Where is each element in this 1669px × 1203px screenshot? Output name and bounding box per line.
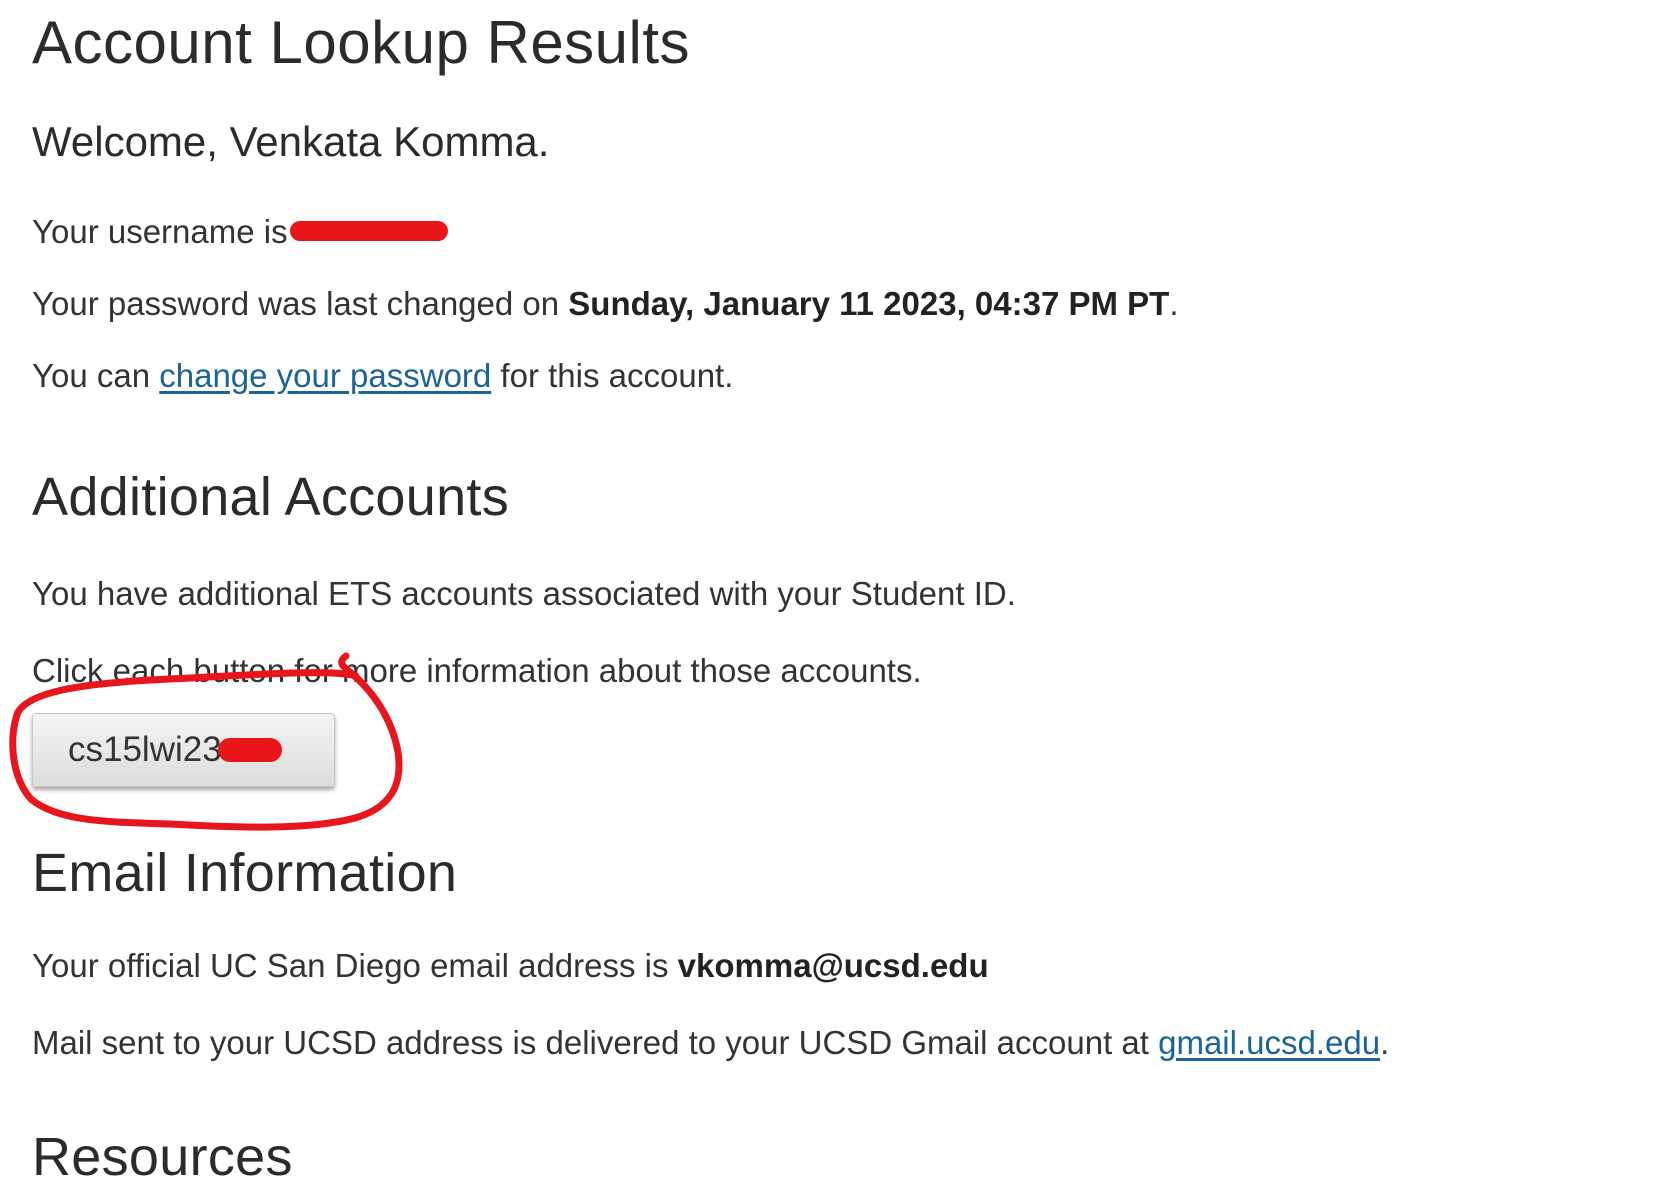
password-changed-date: Sunday, January 11 2023, 04:37 PM PT: [568, 285, 1170, 322]
password-changed-suffix: .: [1169, 285, 1179, 322]
account-label-redaction: [217, 737, 282, 762]
change-password-link[interactable]: change your password: [159, 357, 491, 394]
welcome-message: Welcome, Venkata Komma.: [32, 118, 550, 165]
gmail-link[interactable]: gmail.ucsd.edu: [1158, 1024, 1380, 1061]
gmail-delivery-line: Mail sent to your UCSD address is delive…: [32, 1023, 1389, 1063]
additional-accounts-instructions: Click each button for more information a…: [32, 652, 922, 689]
official-email-address: vkomma@ucsd.edu: [677, 947, 989, 984]
username-line: Your username is: [32, 212, 448, 252]
password-changed-label: Your password was last changed on: [32, 285, 569, 322]
change-password-prefix: You can: [32, 357, 160, 394]
email-information-heading: Email Information: [32, 843, 458, 903]
change-password-suffix: for this account.: [491, 357, 734, 394]
additional-account-button[interactable]: cs15lwi23: [32, 713, 335, 787]
resources-heading: Resources: [32, 1127, 293, 1187]
official-email-line: Your official UC San Diego email address…: [32, 946, 989, 986]
gmail-delivery-suffix: .: [1380, 1024, 1390, 1061]
gmail-delivery-label: Mail sent to your UCSD address is delive…: [32, 1024, 1159, 1061]
page-title: Account Lookup Results: [32, 9, 691, 76]
change-password-line: You can change your password for this ac…: [32, 356, 733, 396]
additional-accounts-heading: Additional Accounts: [32, 467, 510, 527]
official-email-label: Your official UC San Diego email address…: [32, 947, 678, 984]
username-label: Your username is: [32, 213, 288, 250]
username-redaction: [289, 221, 448, 242]
password-changed-line: Your password was last changed on Sunday…: [32, 284, 1179, 324]
additional-accounts-description: You have additional ETS accounts associa…: [32, 575, 1016, 612]
additional-account-label: cs15lwi23: [68, 730, 222, 769]
